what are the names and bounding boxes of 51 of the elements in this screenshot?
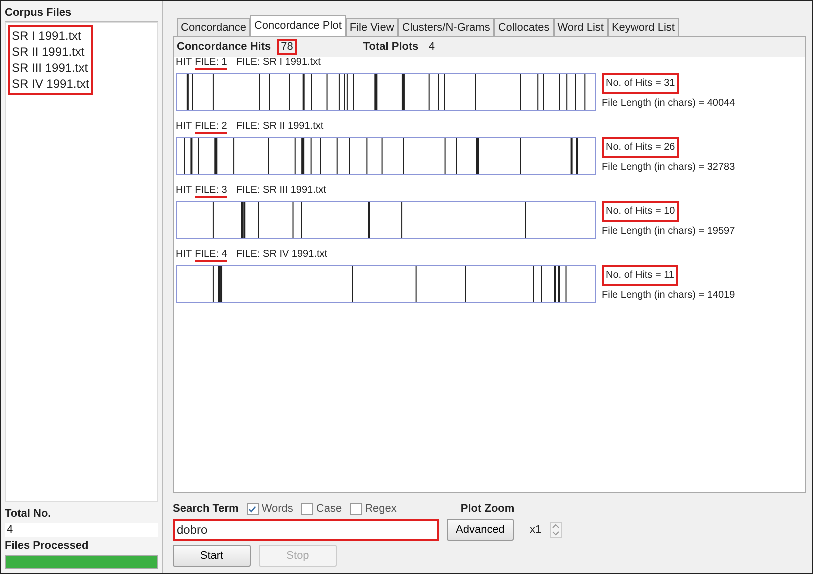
tab[interactable]: Clusters/N-Grams: [398, 18, 494, 36]
checkbox[interactable]: [350, 503, 362, 515]
file-length: File Length (in chars) = 40044: [602, 98, 736, 109]
file-link[interactable]: FILE: 4: [195, 249, 228, 262]
advanced-button[interactable]: Advanced: [447, 519, 514, 541]
file-name: FILE: SR II 1991.txt: [236, 121, 324, 134]
processed-label: Files Processed: [5, 540, 90, 552]
tab[interactable]: Concordance Plot: [250, 15, 346, 36]
option-checkbox[interactable]: Regex: [350, 503, 397, 515]
tab[interactable]: Word List: [554, 18, 608, 36]
file-name: FILE: SR III 1991.txt: [236, 185, 326, 198]
file-length: File Length (in chars) = 19597: [602, 226, 736, 237]
file-item[interactable]: SR IV 1991.txt: [12, 76, 90, 92]
option-checkbox[interactable]: Words: [246, 503, 294, 515]
search-field[interactable]: dobro: [173, 519, 439, 541]
file-link[interactable]: FILE: 2: [195, 121, 228, 134]
hits-label: Concordance Hits: [177, 41, 272, 53]
file-length: File Length (in chars) = 32783: [602, 162, 736, 173]
hits-count: No. of Hits = 11: [602, 265, 678, 286]
total-label: Total No.: [5, 508, 52, 520]
search-label: Search Term: [173, 503, 239, 515]
file-name: FILE: SR IV 1991.txt: [236, 249, 328, 262]
start-button[interactable]: Start: [173, 545, 251, 567]
file-length: File Length (in chars) = 14019: [602, 290, 736, 301]
hit-label: HIT: [176, 185, 192, 198]
spinner-icon[interactable]: [550, 522, 562, 538]
hit-label: HIT: [176, 57, 192, 70]
tab[interactable]: Keyword List: [608, 18, 679, 36]
tab[interactable]: Concordance: [177, 18, 250, 36]
file-name: FILE: SR I 1991.txt: [236, 57, 321, 70]
hits-count: No. of Hits = 31: [602, 73, 680, 94]
checkbox[interactable]: [246, 503, 259, 515]
hit-label: HIT: [176, 121, 192, 134]
zoom-value: x1: [530, 524, 542, 536]
checkbox[interactable]: [301, 503, 314, 515]
tab[interactable]: File View: [346, 18, 398, 36]
hits-count: No. of Hits = 10: [602, 201, 680, 222]
hits-value: 78: [277, 39, 298, 55]
hits-count: No. of Hits = 26: [602, 137, 680, 158]
hit-label: HIT: [176, 249, 192, 262]
plots-value: 4: [428, 40, 436, 55]
file-item[interactable]: SR III 1991.txt: [12, 60, 90, 76]
total-value: 4: [5, 523, 158, 537]
tab[interactable]: Collocates: [494, 18, 554, 36]
plots-label: Total Plots: [363, 41, 419, 53]
file-link[interactable]: FILE: 3: [195, 185, 228, 198]
zoom-label: Plot Zoom: [460, 503, 515, 515]
file-item[interactable]: SR II 1991.txt: [12, 44, 90, 60]
file-link[interactable]: FILE: 1: [195, 57, 228, 70]
file-item[interactable]: SR I 1991.txt: [12, 28, 90, 44]
option-checkbox[interactable]: Case: [301, 503, 342, 515]
